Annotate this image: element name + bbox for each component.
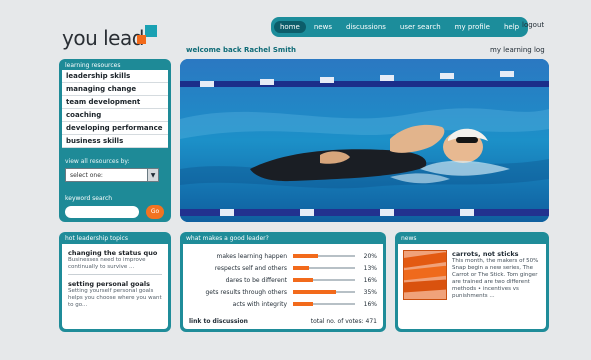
resource-filter-select[interactable]: select one: ▼ bbox=[65, 168, 159, 182]
poll-bar-fill bbox=[293, 278, 313, 282]
sidebar-item-developing-performance[interactable]: developing performance bbox=[62, 122, 168, 135]
poll-row: gets results through others 35% bbox=[189, 286, 378, 298]
topic-item[interactable]: changing the status quo Businesses need … bbox=[62, 244, 168, 274]
poll-rows: makes learning happen 20% respects self … bbox=[189, 250, 378, 310]
top-navigation: home news discussions user search my pro… bbox=[271, 17, 529, 37]
logout-link[interactable]: logout bbox=[522, 21, 544, 29]
poll-row: respects self and others 13% bbox=[189, 262, 377, 274]
poll-bar-fill bbox=[293, 254, 318, 258]
poll-bar-fill bbox=[293, 266, 310, 270]
hot-topics-panel: hot leadership topics changing the statu… bbox=[59, 232, 171, 332]
poll-percent: 20% bbox=[363, 252, 377, 260]
hot-topics-title: hot leadership topics bbox=[65, 235, 128, 242]
view-all-label: view all resources by: bbox=[65, 158, 130, 165]
welcome-message: welcome back Rachel Smith bbox=[186, 46, 296, 54]
go-button[interactable]: Go bbox=[146, 205, 164, 219]
sidebar-item-business-skills[interactable]: business skills bbox=[62, 135, 168, 148]
poll-percent: 13% bbox=[363, 264, 377, 272]
poll-bar-track bbox=[293, 266, 355, 270]
nav-discussions[interactable]: discussions bbox=[340, 21, 392, 33]
poll-body: makes learning happen 20% respects self … bbox=[183, 244, 383, 329]
sidebar-title: learning resources bbox=[65, 62, 121, 69]
keyword-search-label: keyword search bbox=[65, 195, 113, 202]
nav-user-search[interactable]: user search bbox=[394, 21, 447, 33]
poll-title: what makes a good leader? bbox=[186, 235, 269, 242]
nav-news[interactable]: news bbox=[308, 21, 338, 33]
poll-percent: 16% bbox=[363, 300, 377, 308]
keyword-search-input[interactable] bbox=[65, 206, 139, 218]
learning-resources-panel: learning resources leadership skills man… bbox=[59, 59, 171, 222]
nav-my-profile[interactable]: my profile bbox=[449, 21, 496, 33]
poll-bar-fill bbox=[293, 290, 337, 294]
hero-image-swimmer bbox=[180, 59, 549, 222]
dropdown-arrow-icon[interactable]: ▼ bbox=[147, 169, 158, 181]
total-votes: total no. of votes: 471 bbox=[310, 318, 377, 325]
news-summary: This month, the makers of 50% Snap begin… bbox=[452, 258, 539, 299]
logo-text[interactable]: you lead bbox=[62, 26, 144, 50]
resources-menu: leadership skills managing change team d… bbox=[62, 70, 168, 148]
poll-percent: 16% bbox=[363, 276, 377, 284]
sidebar-item-coaching[interactable]: coaching bbox=[62, 109, 168, 122]
carrots-image bbox=[404, 251, 446, 299]
poll-bar-track bbox=[293, 302, 355, 306]
poll-bar-track bbox=[293, 278, 355, 282]
page-frame: you lead home news discussions user sear… bbox=[0, 0, 591, 360]
poll-option-label: dares to be different bbox=[225, 276, 287, 284]
poll-option-label: makes learning happen bbox=[216, 252, 287, 260]
nav-home[interactable]: home bbox=[274, 21, 306, 33]
topic-item[interactable]: setting personal goals Setting yourself … bbox=[62, 275, 168, 312]
poll-option-label: respects self and others bbox=[214, 264, 287, 272]
logo-mark-icon[interactable] bbox=[137, 25, 159, 47]
hero-svg bbox=[180, 59, 549, 222]
news-body: carrots, not sticks This month, the make… bbox=[398, 244, 546, 329]
poll-option-label: gets results through others bbox=[205, 288, 288, 296]
sidebar-item-leadership-skills[interactable]: leadership skills bbox=[62, 70, 168, 83]
poll-row: dares to be different 16% bbox=[189, 274, 377, 286]
sidebar-item-managing-change[interactable]: managing change bbox=[62, 83, 168, 96]
topic-summary: Setting yourself personal goals helps yo… bbox=[68, 288, 162, 308]
topic-summary: Businesses need to improve continually t… bbox=[68, 257, 146, 270]
topic-heading[interactable]: changing the status quo bbox=[68, 249, 162, 257]
poll-option-label: acts with integrity bbox=[232, 300, 287, 308]
poll-percent: 35% bbox=[363, 288, 377, 296]
poll-row: makes learning happen 20% bbox=[189, 250, 377, 262]
news-title: news bbox=[401, 235, 417, 242]
my-learning-log-link[interactable]: my learning log bbox=[490, 46, 545, 54]
news-thumbnail-image[interactable] bbox=[403, 250, 447, 300]
link-to-discussion[interactable]: link to discussion bbox=[189, 318, 248, 325]
select-value: select one: bbox=[70, 171, 103, 179]
leader-poll-panel: what makes a good leader? makes learning… bbox=[180, 232, 386, 332]
poll-bar-fill bbox=[293, 302, 313, 306]
poll-bar-track bbox=[293, 254, 355, 258]
news-heading[interactable]: carrots, not sticks bbox=[452, 250, 519, 258]
news-panel: news carrots, not sticks This month, the… bbox=[395, 232, 549, 332]
topic-heading[interactable]: setting personal goals bbox=[68, 280, 162, 288]
sidebar-item-team-development[interactable]: team development bbox=[62, 96, 168, 109]
poll-bar-track bbox=[293, 290, 355, 294]
poll-row: acts with integrity 16% bbox=[189, 298, 377, 310]
hot-topics-body: changing the status quo Businesses need … bbox=[62, 244, 168, 329]
